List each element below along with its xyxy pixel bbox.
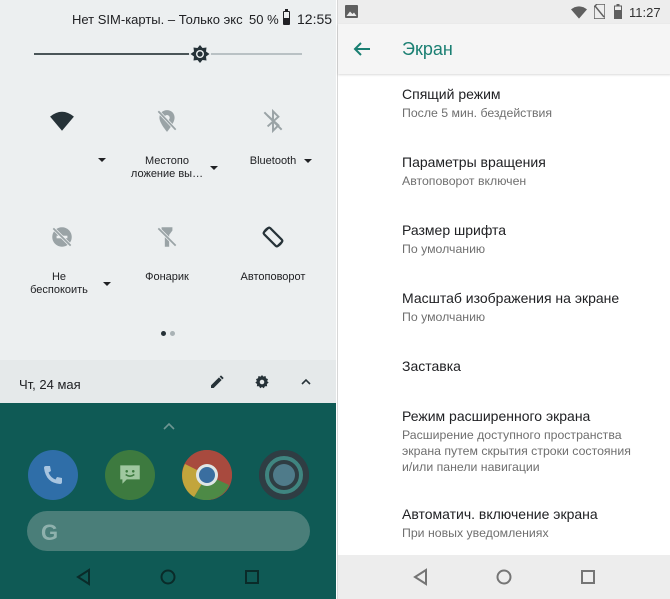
- edit-icon[interactable]: [209, 374, 225, 390]
- camera-app-icon[interactable]: [259, 450, 309, 500]
- battery-percent: 50 %: [249, 12, 279, 27]
- home-nav-icon[interactable]: [160, 569, 176, 585]
- tile-location-label-line1: Местопо: [144, 155, 189, 167]
- quick-settings-panel: Нет SIM-карты. – Только экс 50 % 12:55 М…: [0, 0, 336, 403]
- setting-subtitle: По умолчанию: [402, 310, 486, 324]
- setting-subtitle-line: экрана путем скрытия строки состояния: [402, 444, 631, 458]
- no-sim-icon: [594, 4, 605, 19]
- setting-display-size[interactable]: Масштаб изображения на экране По умолчан…: [402, 289, 664, 325]
- chrome-icon: [182, 450, 232, 500]
- location-off-icon: [157, 110, 177, 132]
- tile-dnd-label-line2: беспокоить: [30, 284, 88, 296]
- setting-title: Параметры вращения: [402, 154, 546, 170]
- tile-do-not-disturb[interactable]: Не беспокоить: [17, 224, 111, 296]
- back-arrow-icon[interactable]: [353, 40, 371, 58]
- tile-auto-rotate[interactable]: Автоповорот: [228, 224, 318, 283]
- setting-title: Спящий режим: [402, 86, 501, 102]
- tile-dnd-label-line1: Не: [51, 271, 67, 283]
- location-dropdown-caret[interactable]: [210, 166, 218, 170]
- navigation-bar: [338, 555, 670, 599]
- brightness-level: [34, 53, 201, 55]
- setting-ambient-display[interactable]: Автоматич. включение экрана При новых ув…: [402, 505, 664, 541]
- status-clock: 11:27: [629, 5, 661, 20]
- wifi-icon: [571, 6, 587, 19]
- image-notification-icon: [345, 5, 358, 18]
- setting-font-size[interactable]: Размер шрифта По умолчанию: [402, 221, 664, 257]
- flashlight-off-icon: [157, 227, 177, 247]
- tile-location-label-line2: ложение вы…: [130, 168, 204, 180]
- auto-rotate-icon: [262, 226, 284, 248]
- tile-wifi[interactable]: [17, 108, 107, 162]
- app-bar: Экран: [338, 24, 670, 74]
- wifi-icon: [50, 111, 74, 131]
- setting-subtitle-line: и/или панели навигации: [402, 460, 540, 474]
- setting-title: Автоматич. включение экрана: [402, 506, 598, 522]
- phone-icon: [44, 466, 62, 484]
- recents-nav-icon[interactable]: [245, 570, 259, 584]
- bluetooth-dropdown-caret[interactable]: [304, 159, 312, 163]
- tile-flashlight[interactable]: Фонарик: [122, 224, 212, 283]
- status-bar: 11:27: [338, 0, 670, 24]
- tile-dnd-label: Не беспокоить: [17, 271, 101, 297]
- chrome-app-icon[interactable]: [182, 450, 232, 500]
- battery-icon: [283, 9, 290, 25]
- status-clock: 12:55: [297, 11, 333, 27]
- messages-app-icon[interactable]: [105, 450, 155, 500]
- home-screen: G: [0, 403, 336, 599]
- dnd-dropdown-caret[interactable]: [103, 282, 111, 286]
- display-settings-screen: 11:27 Экран Спящий режим После 5 мин. бе…: [337, 0, 670, 599]
- tile-flashlight-label: Фонарик: [145, 271, 189, 283]
- setting-expanded-display[interactable]: Режим расширенного экрана Расширение дос…: [402, 407, 664, 475]
- page-title: Экран: [402, 39, 453, 59]
- setting-subtitle-line: Расширение доступного пространства: [402, 428, 622, 442]
- chevron-up-icon[interactable]: [298, 374, 314, 390]
- setting-rotation[interactable]: Параметры вращения Автоповорот включен: [402, 153, 664, 189]
- battery-icon: [614, 4, 622, 19]
- back-nav-icon[interactable]: [76, 568, 90, 586]
- quick-settings-footer: Чт, 24 мая: [0, 360, 336, 403]
- home-nav-icon[interactable]: [496, 569, 512, 585]
- recents-nav-icon[interactable]: [581, 570, 595, 584]
- brightness-thumb-icon[interactable]: [188, 42, 212, 66]
- chevron-up-icon[interactable]: [162, 421, 176, 431]
- setting-title: Режим расширенного экрана: [402, 408, 591, 424]
- messages-icon: [120, 465, 140, 484]
- status-bar: Нет SIM-карты. – Только экс 50 % 12:55: [0, 0, 336, 36]
- bluetooth-off-icon: [263, 108, 283, 134]
- do-not-disturb-icon: [52, 227, 72, 247]
- setting-sleep[interactable]: Спящий режим После 5 мин. бездействия: [402, 85, 664, 121]
- phone-app-icon[interactable]: [28, 450, 78, 500]
- pager-dot: [170, 331, 175, 336]
- brightness-slider[interactable]: [34, 53, 302, 55]
- tile-location-label: Местопо ложение вы…: [127, 155, 207, 181]
- tile-bluetooth[interactable]: Bluetooth: [228, 108, 318, 167]
- google-logo: G: [41, 520, 59, 545]
- gear-icon[interactable]: [254, 374, 270, 390]
- setting-screensaver[interactable]: Заставка: [402, 357, 664, 375]
- tile-auto-rotate-label: Автоповорот: [240, 271, 306, 283]
- setting-subtitle: После 5 мин. бездействия: [402, 106, 553, 120]
- setting-title: Размер шрифта: [402, 222, 507, 238]
- carrier-text: Нет SIM-карты. – Только экс: [72, 12, 243, 27]
- google-search-bar[interactable]: G: [27, 511, 310, 551]
- setting-subtitle: При новых уведомлениях: [402, 526, 549, 540]
- setting-title: Масштаб изображения на экране: [402, 290, 620, 306]
- setting-subtitle: Автоповорот включен: [402, 174, 527, 188]
- quick-settings-screen: Нет SIM-карты. – Только экс 50 % 12:55 М…: [0, 0, 336, 599]
- setting-subtitle: Расширение доступного пространства экран…: [402, 427, 664, 475]
- setting-subtitle: По умолчанию: [402, 242, 486, 256]
- back-nav-icon[interactable]: [413, 568, 427, 586]
- wifi-dropdown-caret[interactable]: [98, 158, 106, 162]
- tile-location[interactable]: Местопо ложение вы…: [122, 108, 218, 180]
- pager-dot-active: [161, 331, 166, 336]
- setting-title: Заставка: [402, 358, 461, 374]
- navigation-bar: [76, 568, 259, 586]
- date-text: Чт, 24 мая: [19, 377, 81, 392]
- camera-icon: [259, 450, 309, 500]
